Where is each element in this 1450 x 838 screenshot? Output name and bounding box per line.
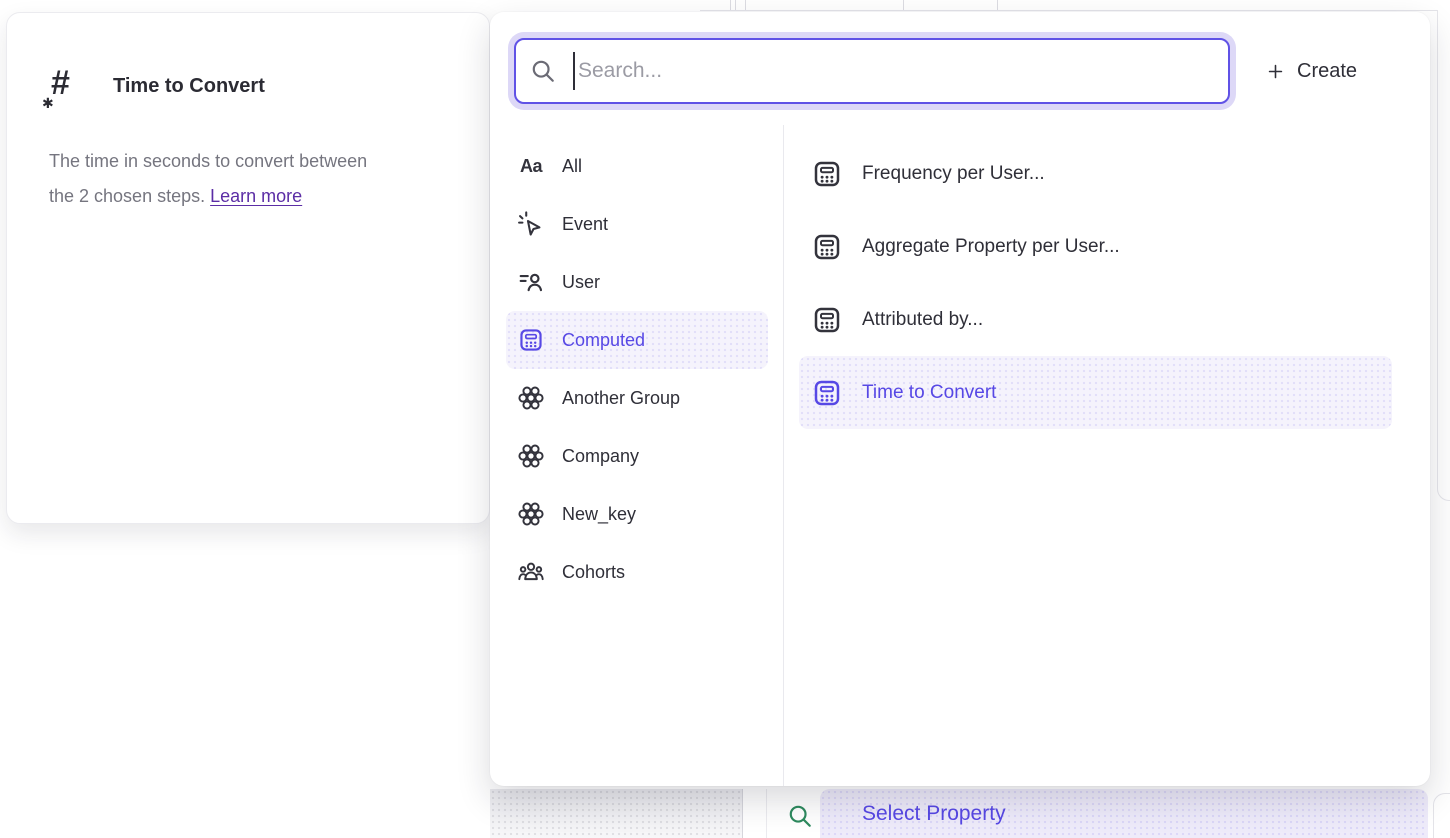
user-list-icon xyxy=(518,269,544,295)
background-divider-line xyxy=(903,0,904,10)
background-divider-line xyxy=(735,0,736,10)
category-list: Aa All Event User Computed Another Group xyxy=(506,137,768,601)
calculator-icon xyxy=(812,378,842,408)
category-new-key[interactable]: New_key xyxy=(506,485,768,543)
background-card-edge xyxy=(1437,10,1450,501)
background-divider-line xyxy=(742,789,743,838)
picker-divider xyxy=(783,125,784,786)
select-property-field[interactable]: Select Property xyxy=(820,789,1428,838)
cohort-people-icon xyxy=(518,559,544,585)
calculator-icon xyxy=(812,159,842,189)
category-label: Computed xyxy=(562,330,645,351)
background-divider-line xyxy=(745,0,746,10)
category-label: Cohorts xyxy=(562,562,625,583)
result-list: Frequency per User... Aggregate Property… xyxy=(799,137,1392,429)
background-divider-line xyxy=(730,0,731,10)
calculator-icon xyxy=(518,327,544,353)
text-aa-icon: Aa xyxy=(518,153,544,179)
create-button[interactable]: Create xyxy=(1266,49,1357,93)
background-step-block xyxy=(490,789,742,838)
category-label: User xyxy=(562,272,600,293)
background-divider-line xyxy=(997,0,998,10)
select-property-label: Select Property xyxy=(862,802,1006,826)
calculator-icon xyxy=(812,305,842,335)
cursor-click-icon xyxy=(518,211,544,237)
category-event[interactable]: Event xyxy=(506,195,768,253)
group-cluster-icon xyxy=(518,443,544,469)
description-line-2: the 2 chosen steps. xyxy=(49,186,205,206)
search-input[interactable] xyxy=(575,59,1228,83)
hash-glyph: # xyxy=(51,61,70,105)
screen: Select Property # ✱ Time to Convert The … xyxy=(0,0,1450,838)
hash-numeric-icon: # ✱ xyxy=(43,63,83,109)
create-button-label: Create xyxy=(1297,60,1357,83)
result-time-to-convert[interactable]: Time to Convert xyxy=(799,356,1392,429)
star-glyph: ✱ xyxy=(42,95,54,112)
description-line-1: The time in seconds to convert between xyxy=(49,151,367,171)
tooltip-header: # ✱ Time to Convert xyxy=(43,63,265,109)
category-all[interactable]: Aa All xyxy=(506,137,768,195)
learn-more-link[interactable]: Learn more xyxy=(210,186,302,206)
category-label: New_key xyxy=(562,504,636,525)
background-card-top-border xyxy=(700,10,1437,11)
result-aggregate-property-per-user[interactable]: Aggregate Property per User... xyxy=(799,210,1392,283)
result-label: Attributed by... xyxy=(862,309,983,331)
plus-icon xyxy=(1266,62,1285,81)
result-label: Frequency per User... xyxy=(862,163,1045,185)
category-user[interactable]: User xyxy=(506,253,768,311)
result-label: Aggregate Property per User... xyxy=(862,236,1120,258)
result-frequency-per-user[interactable]: Frequency per User... xyxy=(799,137,1392,210)
background-card-corner xyxy=(1433,793,1450,838)
property-picker-dropdown: Create Aa All Event User Computed An xyxy=(490,12,1430,786)
tooltip-description: The time in seconds to convert between t… xyxy=(49,144,449,214)
category-label: Event xyxy=(562,214,608,235)
result-label: Time to Convert xyxy=(862,382,996,404)
category-another-group[interactable]: Another Group xyxy=(506,369,768,427)
search-icon xyxy=(530,58,556,84)
result-attributed-by[interactable]: Attributed by... xyxy=(799,283,1392,356)
property-search-icon xyxy=(787,803,813,829)
category-computed[interactable]: Computed xyxy=(506,311,768,369)
group-cluster-icon xyxy=(518,501,544,527)
search-box[interactable] xyxy=(514,38,1230,104)
category-label: Company xyxy=(562,446,639,467)
category-label: Another Group xyxy=(562,388,680,409)
category-label: All xyxy=(562,156,582,177)
group-cluster-icon xyxy=(518,385,544,411)
property-tooltip-card: # ✱ Time to Convert The time in seconds … xyxy=(6,12,490,524)
tooltip-title: Time to Convert xyxy=(113,75,265,98)
calculator-icon xyxy=(812,232,842,262)
category-cohorts[interactable]: Cohorts xyxy=(506,543,768,601)
background-divider-line xyxy=(766,789,767,838)
category-company[interactable]: Company xyxy=(506,427,768,485)
